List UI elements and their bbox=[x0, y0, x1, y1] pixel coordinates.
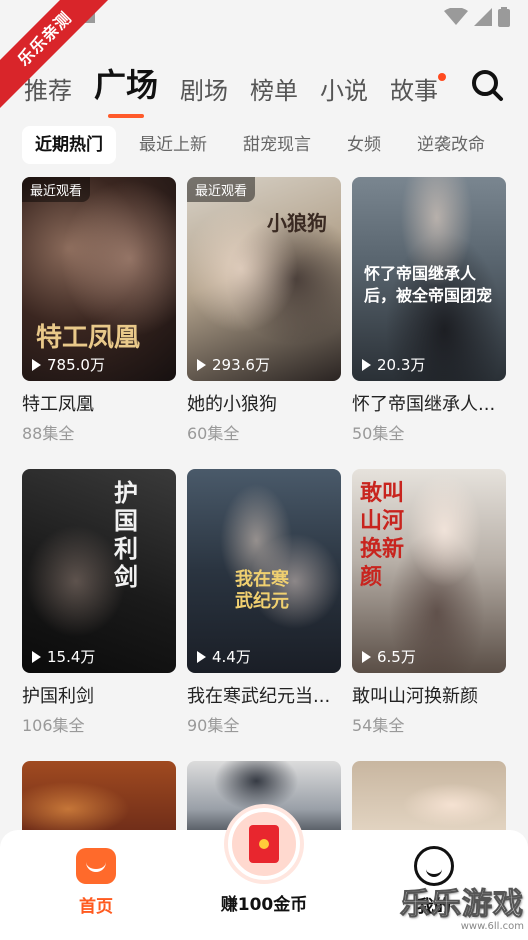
nav-home-label: 首页 bbox=[79, 897, 113, 917]
tab-story-label: 故事 bbox=[390, 77, 439, 105]
category-tab-hot[interactable]: 近期热门 bbox=[22, 126, 116, 164]
drama-card[interactable] bbox=[352, 761, 506, 841]
poster-title-art: 我在寒武纪元 bbox=[235, 569, 289, 612]
watermark-brand: 乐乐游戏 bbox=[400, 887, 524, 923]
play-icon bbox=[32, 650, 41, 663]
tab-novel[interactable]: 小说 bbox=[320, 71, 368, 110]
category-tab-comeback[interactable]: 逆袭改命 bbox=[404, 126, 498, 164]
nav-earn-coins-label: 赚100金币 bbox=[220, 895, 308, 915]
tab-plaza[interactable]: 广场 bbox=[94, 60, 158, 118]
notification-dot bbox=[438, 73, 447, 81]
recently-watched-badge: 最近观看 bbox=[22, 177, 91, 202]
poster: 小狼狗 最近观看 293.6万 bbox=[187, 177, 341, 381]
tab-theater[interactable]: 剧场 bbox=[180, 71, 228, 110]
play-icon bbox=[32, 358, 41, 371]
poster bbox=[352, 761, 506, 841]
drama-title: 敢叫山河换新颜 bbox=[352, 686, 478, 707]
drama-title: 护国利剑 bbox=[22, 686, 94, 707]
drama-card[interactable]: 特工凤凰 最近观看 785.0万 特工凤凰 88集全 bbox=[22, 177, 176, 444]
search-icon[interactable] bbox=[470, 68, 504, 102]
category-tabs: 近期热门 最近上新 甜宠现言 女频 逆袭改命 bbox=[22, 126, 508, 164]
drama-card[interactable]: 敢叫山河换新颜 6.5万 敢叫山河换新颜 54集全 bbox=[352, 469, 506, 736]
drama-card[interactable]: 护国利剑 15.4万 护国利剑 106集全 bbox=[22, 469, 176, 736]
poster-title-art: 小狼狗 bbox=[267, 211, 327, 235]
wifi-icon bbox=[444, 8, 468, 25]
red-packet-icon bbox=[249, 825, 279, 863]
view-count: 20.3万 bbox=[362, 354, 425, 375]
red-packet-button bbox=[228, 808, 300, 880]
signal-icon bbox=[474, 8, 492, 26]
category-tab-female[interactable]: 女频 bbox=[334, 126, 394, 164]
watermark: 乐乐游戏 www.6ll.com bbox=[400, 879, 525, 933]
nav-earn-coins[interactable]: 赚100金币 bbox=[214, 808, 314, 915]
category-tab-new[interactable]: 最近上新 bbox=[126, 126, 220, 164]
play-icon bbox=[362, 650, 371, 663]
episode-count: 90集全 bbox=[187, 716, 240, 735]
tab-rankings[interactable]: 榜单 bbox=[250, 71, 298, 110]
view-count-value: 20.3万 bbox=[377, 356, 426, 374]
poster: 敢叫山河换新颜 6.5万 bbox=[352, 469, 506, 673]
poster: 我在寒武纪元 4.4万 bbox=[187, 469, 341, 673]
drama-title: 怀了帝国继承人... bbox=[352, 394, 496, 415]
category-tab-romance[interactable]: 甜宠现言 bbox=[230, 126, 324, 164]
episode-count: 106集全 bbox=[22, 716, 85, 735]
poster-title-art: 护国利剑 bbox=[114, 478, 138, 591]
drama-card[interactable]: 小狼狗 最近观看 293.6万 她的小狼狗 60集全 bbox=[187, 177, 341, 444]
view-count: 15.4万 bbox=[32, 646, 95, 667]
poster bbox=[22, 761, 176, 841]
drama-title: 我在寒武纪元当... bbox=[187, 686, 331, 707]
view-count: 6.5万 bbox=[362, 646, 416, 667]
battery-icon bbox=[498, 7, 510, 27]
view-count: 785.0万 bbox=[32, 354, 105, 375]
view-count-value: 15.4万 bbox=[47, 648, 96, 666]
view-count: 4.4万 bbox=[197, 646, 251, 667]
episode-count: 54集全 bbox=[352, 716, 405, 735]
drama-card[interactable]: 怀了帝国继承人后，被全帝国团宠 20.3万 怀了帝国继承人... 50集全 bbox=[352, 177, 506, 444]
tab-story[interactable]: 故事 bbox=[390, 71, 447, 110]
view-count-value: 6.5万 bbox=[377, 648, 416, 666]
play-icon bbox=[197, 650, 206, 663]
view-count-value: 293.6万 bbox=[212, 356, 270, 374]
poster: 特工凤凰 最近观看 785.0万 bbox=[22, 177, 176, 381]
drama-card[interactable]: 我在寒武纪元 4.4万 我在寒武纪元当... 90集全 bbox=[187, 469, 341, 736]
main-tabs: 推荐 广场 剧场 榜单 小说 故事 bbox=[24, 64, 447, 118]
play-icon bbox=[197, 358, 206, 371]
episode-count: 60集全 bbox=[187, 424, 240, 443]
poster-title-art: 敢叫山河换新颜 bbox=[360, 480, 405, 590]
view-count-value: 785.0万 bbox=[47, 356, 105, 374]
status-icons bbox=[444, 7, 510, 27]
episode-count: 88集全 bbox=[22, 424, 75, 443]
recently-watched-badge: 最近观看 bbox=[187, 177, 256, 202]
view-count: 293.6万 bbox=[197, 354, 270, 375]
poster-title-art: 怀了帝国继承人后，被全帝国团宠 bbox=[364, 264, 493, 305]
poster: 护国利剑 15.4万 bbox=[22, 469, 176, 673]
nav-home[interactable]: 首页 bbox=[66, 848, 126, 917]
drama-title: 她的小狼狗 bbox=[187, 394, 277, 415]
home-icon bbox=[76, 848, 116, 884]
poster-title-art: 特工凤凰 bbox=[36, 323, 141, 353]
drama-title: 特工凤凰 bbox=[22, 394, 94, 415]
episode-count: 50集全 bbox=[352, 424, 405, 443]
view-count-value: 4.4万 bbox=[212, 648, 251, 666]
poster: 怀了帝国继承人后，被全帝国团宠 20.3万 bbox=[352, 177, 506, 381]
play-icon bbox=[362, 358, 371, 371]
drama-card[interactable] bbox=[22, 761, 176, 841]
